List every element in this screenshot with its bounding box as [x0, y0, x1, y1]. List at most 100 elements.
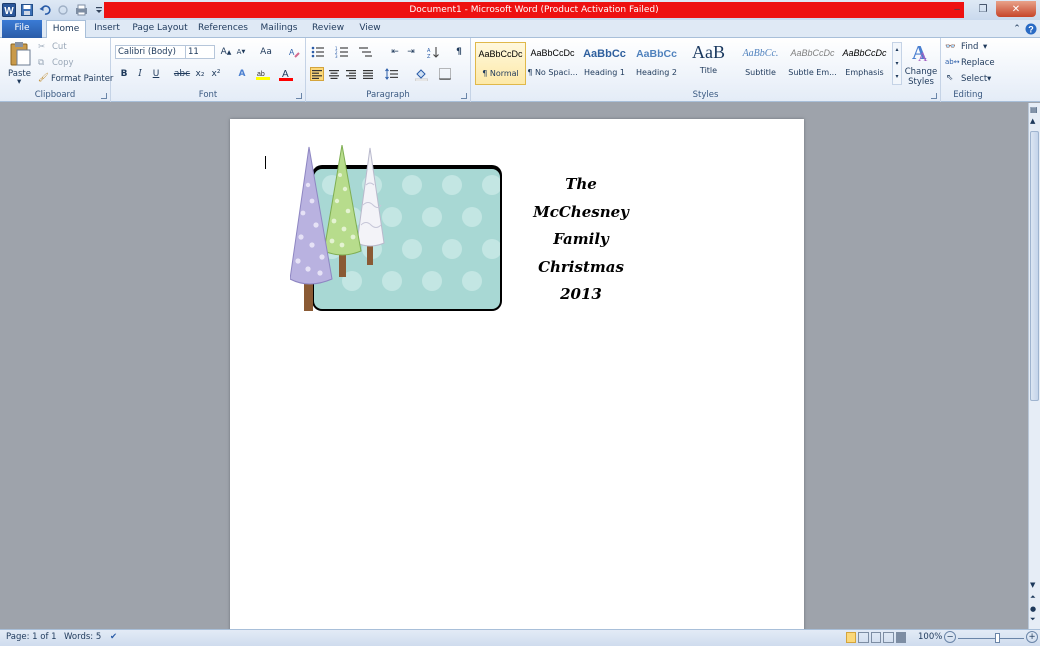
italic-button[interactable]: I [133, 67, 147, 81]
select-button[interactable]: ⇖ Select ▾ [945, 73, 993, 87]
zoom-slider-thumb[interactable] [994, 633, 1000, 643]
align-left-icon[interactable] [310, 67, 324, 81]
shrink-font-icon[interactable]: A ▼ [234, 45, 248, 59]
vertical-scrollbar[interactable]: ▤ ▲ ▼ ⏶ ● ⏷ [1028, 103, 1040, 629]
paragraph-launcher-icon[interactable] [461, 93, 467, 99]
underline-button[interactable]: U [149, 67, 163, 81]
draft-icon[interactable] [895, 632, 906, 643]
style-subtitle[interactable]: AaBbCc. Subtitle [735, 42, 786, 85]
zoom-slider-track[interactable] [958, 638, 1024, 639]
close-button[interactable]: ✕ [996, 1, 1036, 17]
chevron-down-icon: ▾ [17, 77, 22, 87]
text-effects-icon[interactable]: A [235, 67, 249, 81]
tab-home[interactable]: Home [46, 20, 86, 39]
styles-launcher-icon[interactable] [931, 93, 937, 99]
style-subtle-emphasis[interactable]: AaBbCcDc Subtle Em... [787, 42, 838, 85]
page-count[interactable]: Page: 1 of 1 [6, 632, 57, 642]
copy-label: Copy [52, 58, 74, 68]
clear-formatting-icon[interactable]: A [287, 45, 301, 59]
svg-text:3: 3 [335, 54, 338, 58]
increase-indent-icon[interactable]: ⇥ [404, 45, 418, 59]
borders-icon[interactable] [438, 67, 452, 81]
justify-icon[interactable] [361, 67, 375, 81]
style-no-spacing[interactable]: AaBbCcDc ¶ No Spaci... [527, 42, 578, 85]
font-color-icon[interactable]: A [279, 67, 293, 81]
svg-text:?: ? [1028, 25, 1034, 35]
style-heading-2[interactable]: AaBbCc Heading 2 [631, 42, 682, 85]
bullets-icon[interactable] [310, 45, 324, 59]
word-count[interactable]: Words: 5 [64, 632, 101, 642]
sort-icon[interactable]: AZ [426, 45, 440, 59]
document-page[interactable]: The McChesney Family Christmas 2013 [230, 119, 804, 639]
clipboard-launcher-icon[interactable] [101, 93, 107, 99]
save-icon[interactable] [20, 3, 34, 17]
line-spacing-icon[interactable] [384, 67, 398, 81]
shading-icon[interactable] [414, 67, 428, 81]
grow-font-icon[interactable]: A ▲ [219, 45, 233, 59]
minimize-ribbon-icon[interactable]: ⌃ [1010, 22, 1024, 36]
styles-gallery-scroll[interactable]: ▴ ▾ ▾ [892, 42, 902, 85]
ribbon-tabs: File Home Insert Page Layout References … [0, 20, 1040, 39]
change-case-button[interactable]: Aa [257, 45, 275, 59]
replace-button[interactable]: ab↔ Replace [945, 57, 995, 71]
ruler-toggle-icon[interactable]: ▤ [1030, 105, 1038, 114]
document-heading[interactable]: The McChesney Family Christmas 2013 [526, 171, 636, 309]
quick-access-toolbar: W [2, 2, 106, 18]
tab-review[interactable]: Review [308, 20, 348, 38]
zoom-in-button[interactable]: + [1026, 631, 1038, 643]
scroll-thumb[interactable] [1030, 131, 1039, 401]
strikethrough-button[interactable]: abc [173, 67, 191, 81]
tab-references[interactable]: References [196, 20, 250, 38]
align-center-icon[interactable] [327, 67, 341, 81]
multilevel-list-icon[interactable] [358, 45, 372, 59]
restore-button[interactable]: ❐ [970, 1, 996, 17]
style-emphasis[interactable]: AaBbCcDc Emphasis [839, 42, 890, 85]
font-launcher-icon[interactable] [296, 93, 302, 99]
superscript-button[interactable]: x² [209, 67, 223, 81]
minimize-button[interactable]: ‒ [944, 1, 970, 17]
paste-button[interactable]: Paste ▾ [4, 41, 34, 87]
style-title[interactable]: AaB Title [683, 42, 734, 85]
help-icon[interactable]: ? [1024, 22, 1038, 36]
highlight-icon[interactable]: ab [256, 67, 270, 81]
bold-button[interactable]: B [117, 67, 131, 81]
print-layout-icon[interactable] [846, 632, 857, 643]
tab-insert[interactable]: Insert [88, 20, 126, 38]
font-size-combo[interactable]: 11 [185, 45, 215, 59]
next-page-icon[interactable]: ⏷ [1030, 615, 1036, 624]
align-right-icon[interactable] [344, 67, 358, 81]
zoom-level[interactable]: 100% [918, 632, 942, 642]
browse-object-icon[interactable]: ● [1030, 605, 1036, 613]
style-normal[interactable]: AaBbCcDc ¶ Normal [475, 42, 526, 85]
proofing-icon[interactable]: ✔ [110, 632, 117, 642]
chevron-up-icon[interactable]: ▲ [1030, 117, 1035, 125]
change-styles-button[interactable]: AA Change Styles [904, 41, 938, 89]
find-button[interactable]: 👓 Find ▾ [945, 41, 993, 55]
numbering-icon[interactable]: 123 [334, 45, 348, 59]
heading-line: 2013 [560, 285, 602, 303]
format-painter-button[interactable]: 🖌 Format Painter [38, 73, 113, 87]
christmas-trees-image[interactable] [289, 144, 504, 313]
decrease-indent-icon[interactable]: ⇤ [388, 45, 402, 59]
tab-file[interactable]: File [2, 20, 42, 38]
show-formatting-button[interactable]: ¶ [452, 45, 466, 59]
web-layout-icon[interactable] [870, 632, 882, 643]
undo-icon[interactable] [38, 3, 52, 17]
zoom-out-button[interactable]: − [944, 631, 956, 643]
word-logo-icon[interactable]: W [2, 3, 16, 17]
redo-icon[interactable] [56, 3, 70, 17]
print-icon[interactable] [74, 3, 88, 17]
previous-page-icon[interactable]: ⏶ [1030, 593, 1036, 602]
tab-page-layout[interactable]: Page Layout [130, 20, 190, 38]
cut-button[interactable]: ✂ Cut [38, 41, 98, 55]
outline-icon[interactable] [883, 632, 894, 643]
svg-text:W: W [4, 6, 14, 17]
font-name-combo[interactable]: Calibri (Body) [115, 45, 187, 59]
tab-view[interactable]: View [354, 20, 386, 38]
chevron-down-icon[interactable]: ▼ [1030, 581, 1035, 589]
full-screen-reading-icon[interactable] [858, 632, 869, 643]
subscript-button[interactable]: x₂ [193, 67, 207, 81]
tab-mailings[interactable]: Mailings [256, 20, 302, 38]
style-heading-1[interactable]: AaBbCc Heading 1 [579, 42, 630, 85]
copy-button[interactable]: ⧉ Copy [38, 57, 98, 71]
